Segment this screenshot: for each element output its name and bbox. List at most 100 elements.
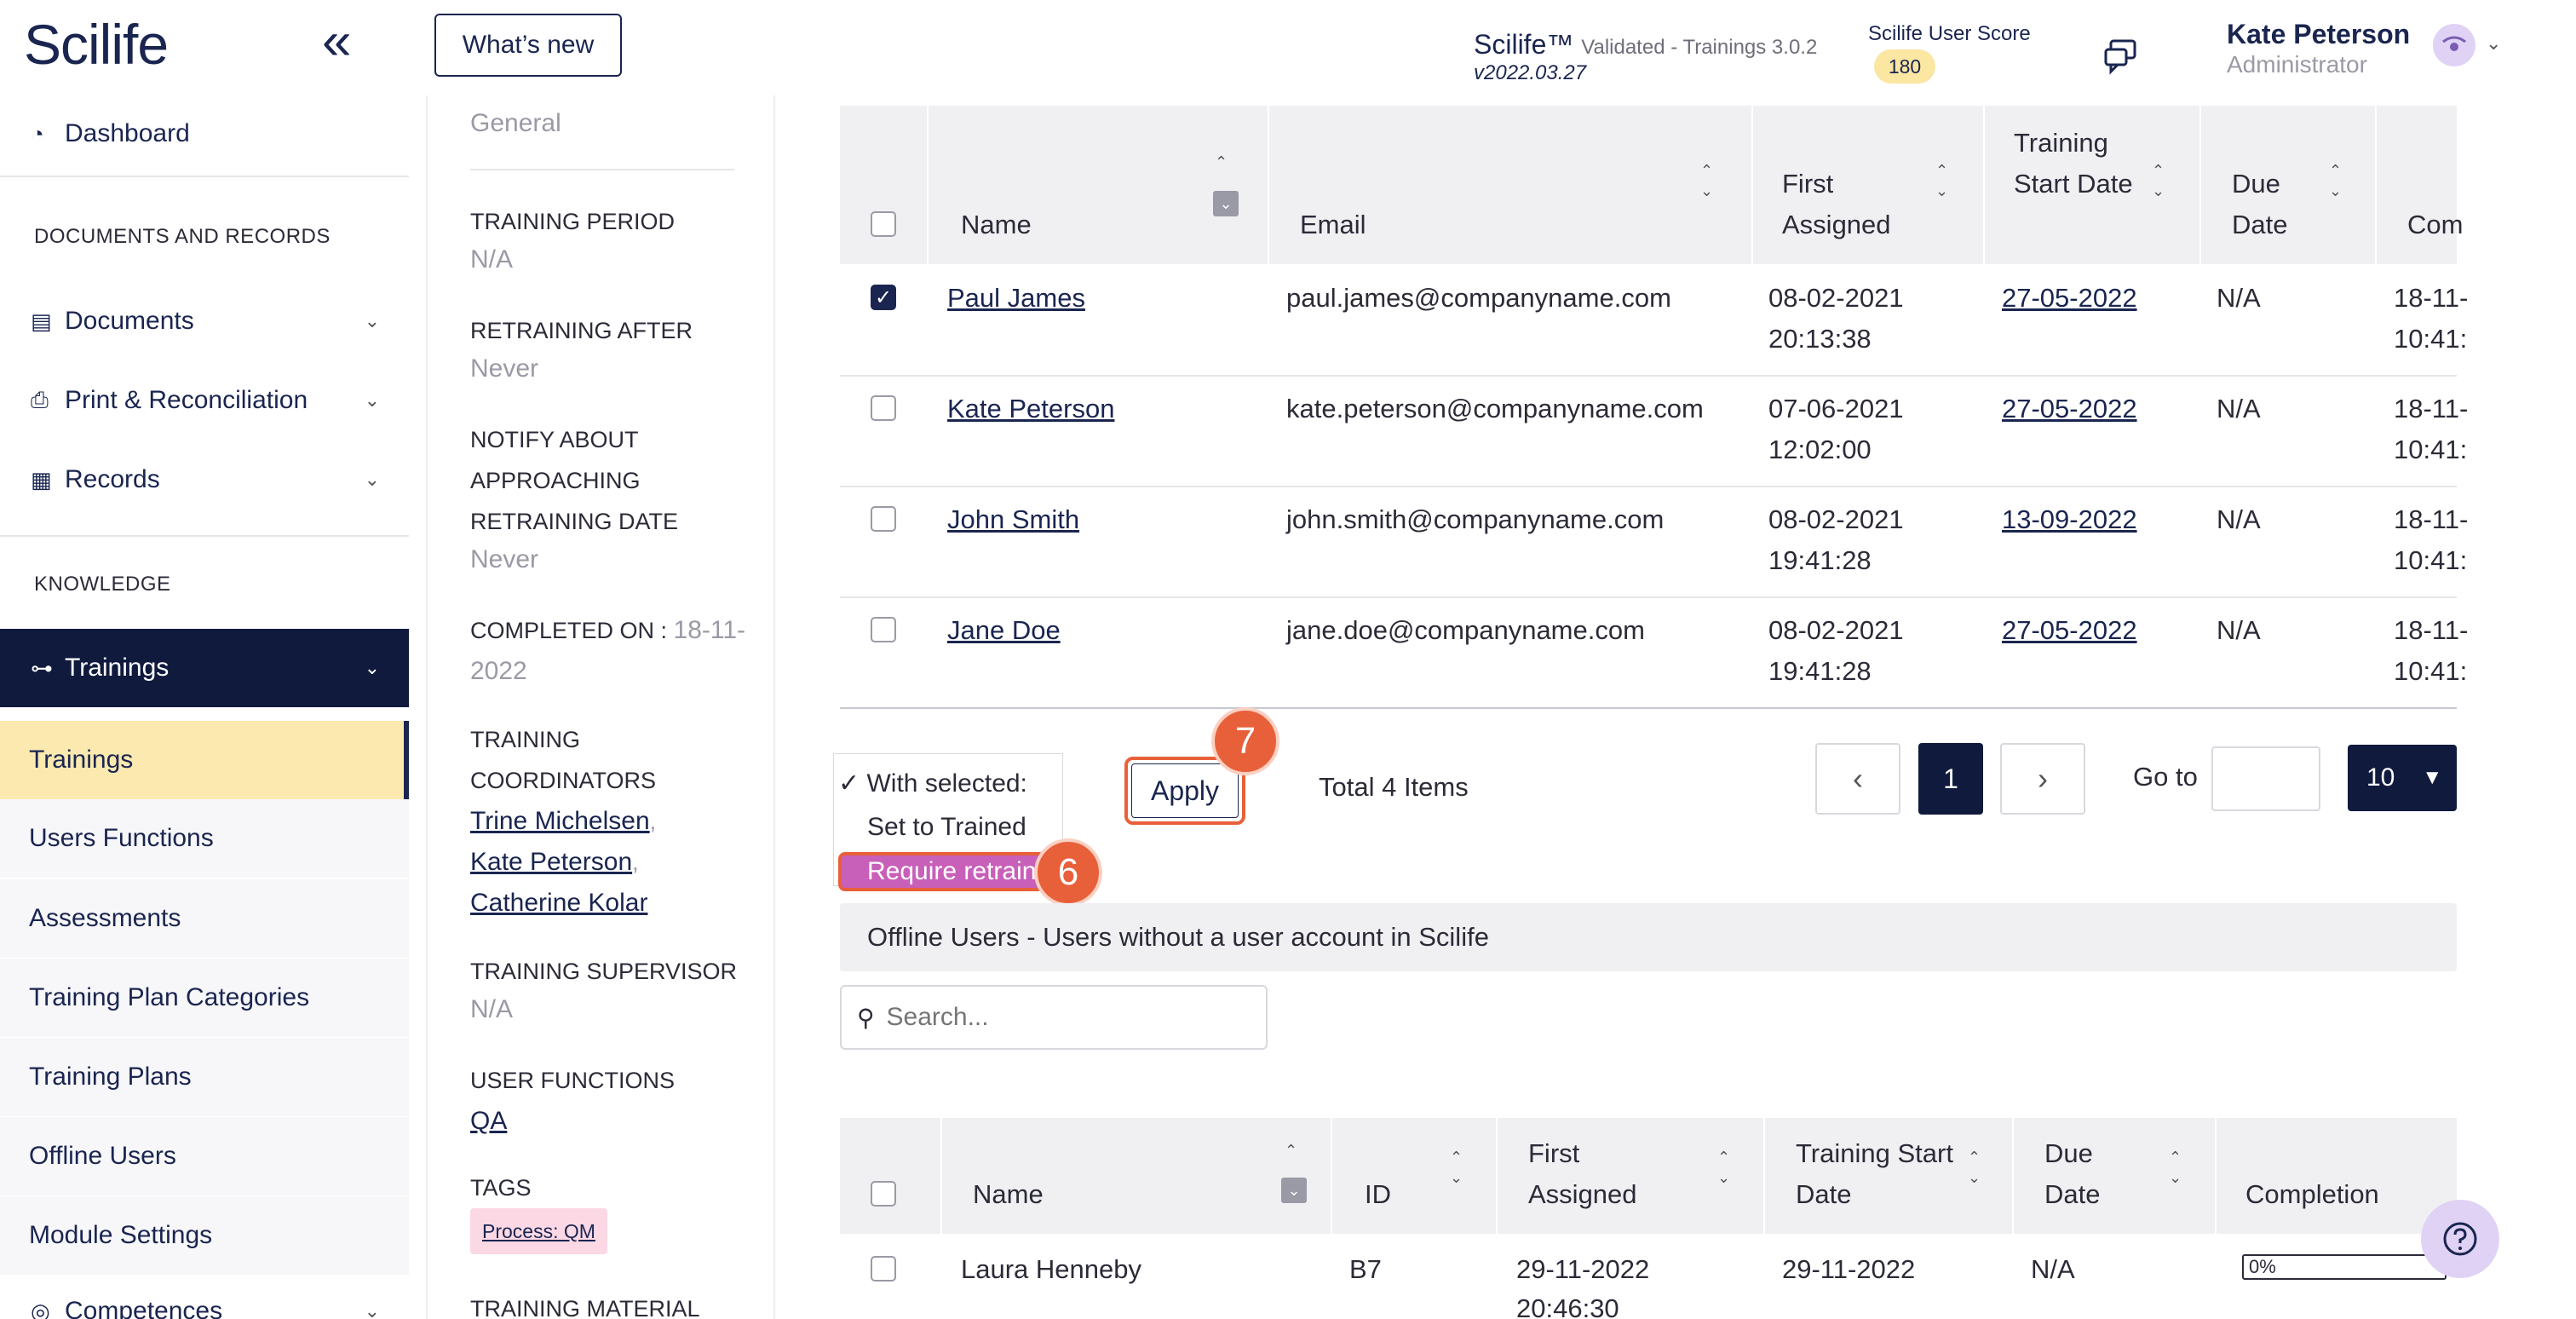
column-divider: [2012, 1118, 2014, 1234]
sort-icon[interactable]: ⌃ ⌄: [1700, 160, 1713, 201]
offline-search-box[interactable]: ⚲: [840, 985, 1268, 1050]
training-start-date-link[interactable]: 27-05-2022: [2002, 389, 2137, 429]
sort-icon[interactable]: ⌃ ⌄: [2169, 1147, 2182, 1188]
next-page-button[interactable]: ›: [2000, 743, 2085, 815]
apply-button[interactable]: Apply: [1131, 763, 1239, 818]
column-header-completion[interactable]: Com: [2407, 204, 2463, 245]
sort-icon[interactable]: ⌃ ⌄: [1450, 1147, 1463, 1188]
first-assigned-date: 08-02-2021: [1768, 283, 1904, 313]
completion-time: 10:41:: [2394, 324, 2468, 354]
chevron-down-icon: ⌄: [364, 310, 380, 331]
row-checkbox-checked[interactable]: ✓: [871, 285, 896, 310]
sidebar-item-offline-users[interactable]: Offline Users: [0, 1117, 409, 1195]
column-divider: [1331, 1118, 1332, 1234]
sidebar-item-label: Trainings: [65, 654, 170, 682]
collapse-sidebar-icon[interactable]: «: [322, 15, 351, 68]
sort-desc-active-icon[interactable]: ⌄: [1213, 191, 1239, 216]
coordinator-link[interactable]: Kate Peterson: [470, 848, 632, 876]
page-button-current[interactable]: 1: [1918, 743, 1983, 815]
tags-label: TAGS: [470, 1175, 532, 1201]
row-checkbox[interactable]: [871, 617, 896, 642]
chevron-down-icon: ⌄: [364, 389, 380, 411]
sidebar-item-dashboard[interactable]: ◔ Dashboard: [0, 104, 409, 164]
row-checkbox[interactable]: [871, 395, 896, 421]
category-value: General: [470, 109, 561, 137]
training-period-value: N/A: [470, 245, 514, 274]
user-name-link[interactable]: John Smith: [947, 499, 1079, 540]
total-items: Total 4 Items: [1319, 772, 1469, 802]
sidebar-item-label: Competences: [65, 1297, 223, 1319]
records-icon: ▦: [31, 466, 52, 492]
tag-chip[interactable]: Process: QM: [470, 1208, 607, 1254]
coordinator-link[interactable]: Trine Michelsen: [470, 807, 650, 835]
user-name-link[interactable]: Kate Peterson: [947, 389, 1114, 429]
training-start-date-link[interactable]: 13-09-2022: [2002, 499, 2137, 540]
app-name: Scilife™ Validated - Trainings 3.0.2: [1474, 29, 1817, 60]
sidebar-item-trainings-group[interactable]: ⊶ Trainings ⌄: [0, 629, 409, 707]
sort-icon[interactable]: ⌃ ⌄: [2329, 160, 2342, 201]
select-all-checkbox[interactable]: [871, 211, 896, 237]
retraining-after-label: RETRAINING AFTER: [470, 318, 693, 343]
user-avatar[interactable]: [2433, 24, 2475, 66]
training-start-date-link[interactable]: 27-05-2022: [2002, 610, 2137, 651]
user-function-link[interactable]: QA: [470, 1107, 507, 1135]
sidebar-item-module-settings[interactable]: Module Settings: [0, 1196, 409, 1275]
competences-icon: ◎: [31, 1298, 50, 1319]
row-checkbox[interactable]: [871, 506, 896, 532]
due-date: N/A: [2217, 504, 2261, 534]
offline-column-header-name[interactable]: Name: [973, 1174, 1044, 1215]
training-start-date-link[interactable]: 27-05-2022: [2002, 278, 2137, 319]
offline-column-header-completion[interactable]: Completion: [2245, 1174, 2379, 1215]
bulk-option-with-selected[interactable]: ✓ With selected:: [838, 769, 1027, 798]
column-header-name[interactable]: Name: [961, 204, 1032, 245]
column-header-training-start-date[interactable]: Training Start Date: [2014, 123, 2150, 204]
column-header-email[interactable]: Email: [1300, 204, 1366, 245]
column-divider: [2215, 1118, 2217, 1234]
sort-desc-active-icon[interactable]: ⌄: [1281, 1178, 1307, 1203]
feedback-chat-icon[interactable]: [2102, 37, 2140, 75]
sidebar-item-training-plans[interactable]: Training Plans: [0, 1038, 409, 1116]
sort-asc-icon[interactable]: ⌃: [1285, 1140, 1297, 1161]
sort-asc-icon[interactable]: ⌃: [1215, 152, 1228, 172]
column-divider: [940, 1118, 942, 1234]
sidebar-item-competences[interactable]: ◎ Competences ⌄: [0, 1282, 409, 1319]
help-button[interactable]: [2421, 1200, 2499, 1278]
sidebar-item-records[interactable]: ▦ Records ⌄: [0, 450, 409, 510]
offline-select-all-checkbox[interactable]: [871, 1181, 896, 1207]
scilife-logo[interactable]: Scilife: [24, 12, 169, 77]
chevron-down-icon[interactable]: ⌄: [2486, 32, 2501, 55]
user-email: john.smith@companyname.com: [1286, 504, 1665, 534]
go-to-page-input[interactable]: [2211, 746, 2320, 811]
sidebar-item-training-plan-categories[interactable]: Training Plan Categories: [0, 959, 409, 1037]
whats-new-button[interactable]: What’s new: [434, 14, 622, 77]
page-size-select[interactable]: 10 ▼: [2348, 745, 2457, 811]
offline-column-header-training-start-date[interactable]: Training Start Date: [1796, 1133, 1966, 1215]
offline-column-header-due-date[interactable]: Due Date: [2044, 1133, 2130, 1215]
sidebar-item-trainings[interactable]: Trainings: [0, 721, 409, 799]
sort-icon[interactable]: ⌃ ⌄: [1968, 1147, 1981, 1188]
due-date: N/A: [2217, 283, 2261, 313]
offline-column-header-first-assigned[interactable]: First Assigned: [1528, 1133, 1673, 1215]
section-documents-records: DOCUMENTS AND RECORDS: [34, 225, 331, 248]
sidebar-item-print[interactable]: ⎙ Print & Reconciliation ⌄: [0, 371, 409, 430]
sort-icon[interactable]: ⌃ ⌄: [2152, 160, 2165, 201]
sidebar-item-assessments[interactable]: Assessments: [0, 879, 409, 958]
sort-icon[interactable]: ⌃ ⌄: [1935, 160, 1948, 201]
sidebar-item-documents[interactable]: ▤ Documents ⌄: [0, 291, 409, 351]
user-name-link[interactable]: Paul James: [947, 278, 1085, 319]
sort-icon[interactable]: ⌃ ⌄: [1717, 1147, 1730, 1188]
column-header-first-assigned[interactable]: First Assigned: [1782, 164, 1918, 245]
offline-first-assigned-date: 29-11-2022: [1516, 1254, 1650, 1284]
user-name-link[interactable]: Jane Doe: [947, 610, 1061, 651]
column-divider: [1983, 106, 1985, 264]
offline-row-checkbox[interactable]: [871, 1256, 896, 1282]
prev-page-button[interactable]: ‹: [1815, 743, 1900, 815]
page-size-value: 10: [2366, 763, 2395, 792]
bulk-option-set-trained[interactable]: Set to Trained: [867, 813, 1026, 842]
offline-column-header-id[interactable]: ID: [1365, 1174, 1391, 1215]
sidebar-item-users-functions[interactable]: Users Functions: [0, 799, 409, 878]
training-details-panel: General TRAINING PERIOD N/A RETRAINING A…: [426, 95, 775, 1319]
coordinator-link[interactable]: Catherine Kolar: [470, 889, 647, 917]
offline-search-input[interactable]: [886, 1003, 1245, 1032]
column-header-due-date[interactable]: Due Date: [2232, 164, 2309, 245]
